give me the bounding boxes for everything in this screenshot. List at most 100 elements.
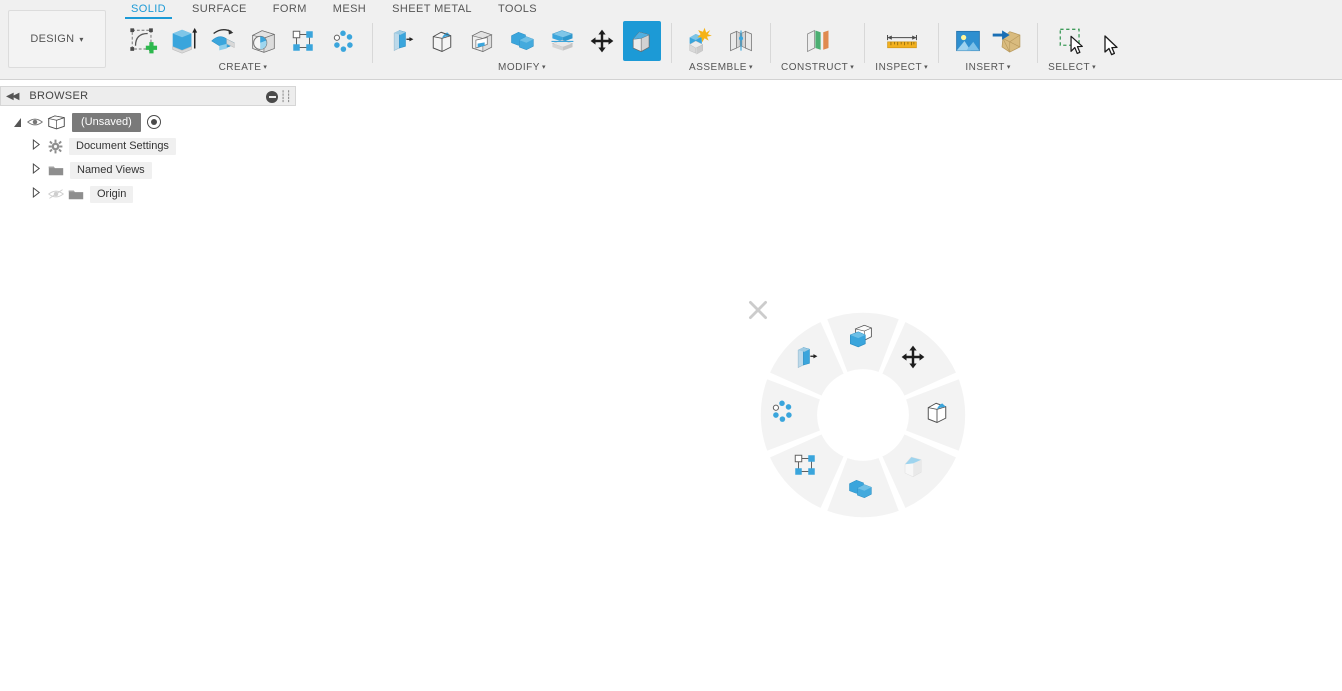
chamfer-icon [628,27,656,55]
rectangular-pattern-icon [290,28,316,54]
select-window-icon [1057,26,1087,56]
top-ribbon: DESIGN ▾ SOLID SURFACE FORM MESH SHEET METAL… [0,0,1342,80]
extrude-button[interactable] [164,21,202,61]
rectangular-pattern-button[interactable] [284,21,322,61]
offset-plane-button[interactable] [799,21,837,61]
panel-label-text: SELECT [1048,62,1091,73]
tree-node-label: Origin [90,185,134,203]
chevron-down-icon: ▾ [1006,64,1011,71]
chevron-down-icon: ▾ [748,64,753,71]
circular-pattern-button[interactable] [324,21,362,61]
eye-hidden-icon[interactable] [48,188,64,200]
tab-mesh[interactable]: MESH [320,0,379,19]
document-cube-icon [47,114,66,130]
tree-node-label: Document Settings [69,137,176,155]
panel-icon-row [949,19,1027,63]
tree-node-origin[interactable]: Origin [0,182,296,206]
decal-button[interactable] [949,21,987,61]
chevron-down-icon: ▾ [850,64,855,71]
panel-label-inspect[interactable]: INSPECT ▾ [875,62,928,74]
tree-node-unsaved[interactable]: (Unsaved) [0,110,296,134]
tree-node-named-views[interactable]: Named Views [0,158,296,182]
tab-surface[interactable]: SURFACE [179,0,260,19]
combine-button[interactable] [503,21,541,61]
gear-icon [48,139,63,154]
measure-ruler-icon [885,29,919,53]
move-copy-icon [589,28,615,54]
move-copy-button[interactable] [583,21,621,61]
new-component-icon [687,27,715,55]
tab-sheet-metal[interactable]: SHEET METAL [379,0,485,19]
chamfer-button[interactable] [623,21,661,61]
panel-icon-row [883,19,921,63]
panel-label-assemble[interactable]: ASSEMBLE ▾ [689,62,753,74]
tab-solid[interactable]: SOLID [118,0,179,19]
chevron-down-icon: ▾ [1092,64,1097,71]
tree-node-label: Named Views [70,161,152,179]
fillet-icon [428,27,456,55]
panel-label-insert[interactable]: INSERT ▾ [965,62,1011,74]
hole-button[interactable] [244,21,282,61]
folder-icon [48,164,64,177]
insert-mesh-icon [991,27,1025,55]
close-x-icon[interactable] [745,297,771,323]
circular-pattern-icon [330,28,356,54]
measure-button[interactable] [883,21,921,61]
shell-button[interactable] [463,21,501,61]
fusion-app-window: DESIGN ▾ SOLID SURFACE FORM MESH SHEET METAL… [0,0,1342,691]
chevron-down-icon: ▾ [263,64,268,71]
browser-title: BROWSER [29,90,89,102]
collapse-triangle-icon[interactable] [32,186,41,201]
create-sketch-icon [128,26,158,56]
panel-separator [372,23,373,63]
tree-node-document-settings[interactable]: Document Settings [0,134,296,158]
revolve-button[interactable] [204,21,242,61]
minus-circle-icon[interactable] [266,91,278,103]
panel-label-create[interactable]: CREATE ▾ [219,62,268,74]
browser-tree: (Unsaved) Document Settings Named Views … [0,106,296,206]
mouse-pointer [1104,35,1118,56]
offset-face-button[interactable] [543,21,581,61]
activate-component-radio[interactable] [146,115,161,129]
panel-assemble: ASSEMBLE ▾ [676,19,766,79]
joint-button[interactable] [722,21,760,61]
select-window-button[interactable] [1053,21,1091,61]
panel-separator [1037,23,1039,63]
press-pull-icon [388,27,416,55]
new-component-button[interactable] [682,21,720,61]
panel-select: SELECT ▾ [1042,19,1102,79]
folder-icon [68,188,84,201]
insert-mesh-button[interactable] [989,21,1027,61]
resize-grip-icon[interactable]: ┊┊ [280,90,292,103]
panel-label-construct[interactable]: CONSTRUCT ▾ [781,62,854,74]
expand-triangle-icon[interactable] [14,117,21,127]
shell-icon [468,27,496,55]
panel-label-text: MODIFY [498,62,540,73]
panel-label-text: ASSEMBLE [689,62,747,73]
panel-label-select[interactable]: SELECT ▾ [1048,62,1096,74]
browser-panel: ◀◀ BROWSER ┊┊ (Unsaved) Document Setting… [0,86,296,206]
radial-marking-menu[interactable] [749,301,968,520]
collapse-triangle-icon[interactable] [32,138,41,153]
panel-label-modify[interactable]: MODIFY ▾ [498,62,546,74]
joint-icon [727,27,755,55]
panel-label-text: INSPECT [875,62,923,73]
collapse-left-icon[interactable]: ◀◀ [6,91,19,102]
panel-inspect: INSPECT ▾ [869,19,934,79]
fillet-button[interactable] [423,21,461,61]
ribbon-panels: CREATE ▾ MODIFY ▾ ASSEMBLE ▾ CONSTRUCT ▾… [118,19,1102,79]
radial-menu-center[interactable] [822,374,904,456]
tab-tools[interactable]: TOOLS [485,0,550,19]
press-pull-button[interactable] [383,21,421,61]
extrude-icon [168,26,198,56]
create-sketch-button[interactable] [124,21,162,61]
tab-form[interactable]: FORM [260,0,320,19]
panel-separator [938,23,940,63]
offset-face-icon [548,27,576,55]
panel-separator [770,23,771,63]
hole-icon [248,26,278,56]
collapse-triangle-icon[interactable] [32,162,41,177]
offset-plane-icon [804,27,832,55]
eye-icon[interactable] [27,116,43,128]
workspace-selector-design[interactable]: DESIGN ▾ [8,10,106,68]
